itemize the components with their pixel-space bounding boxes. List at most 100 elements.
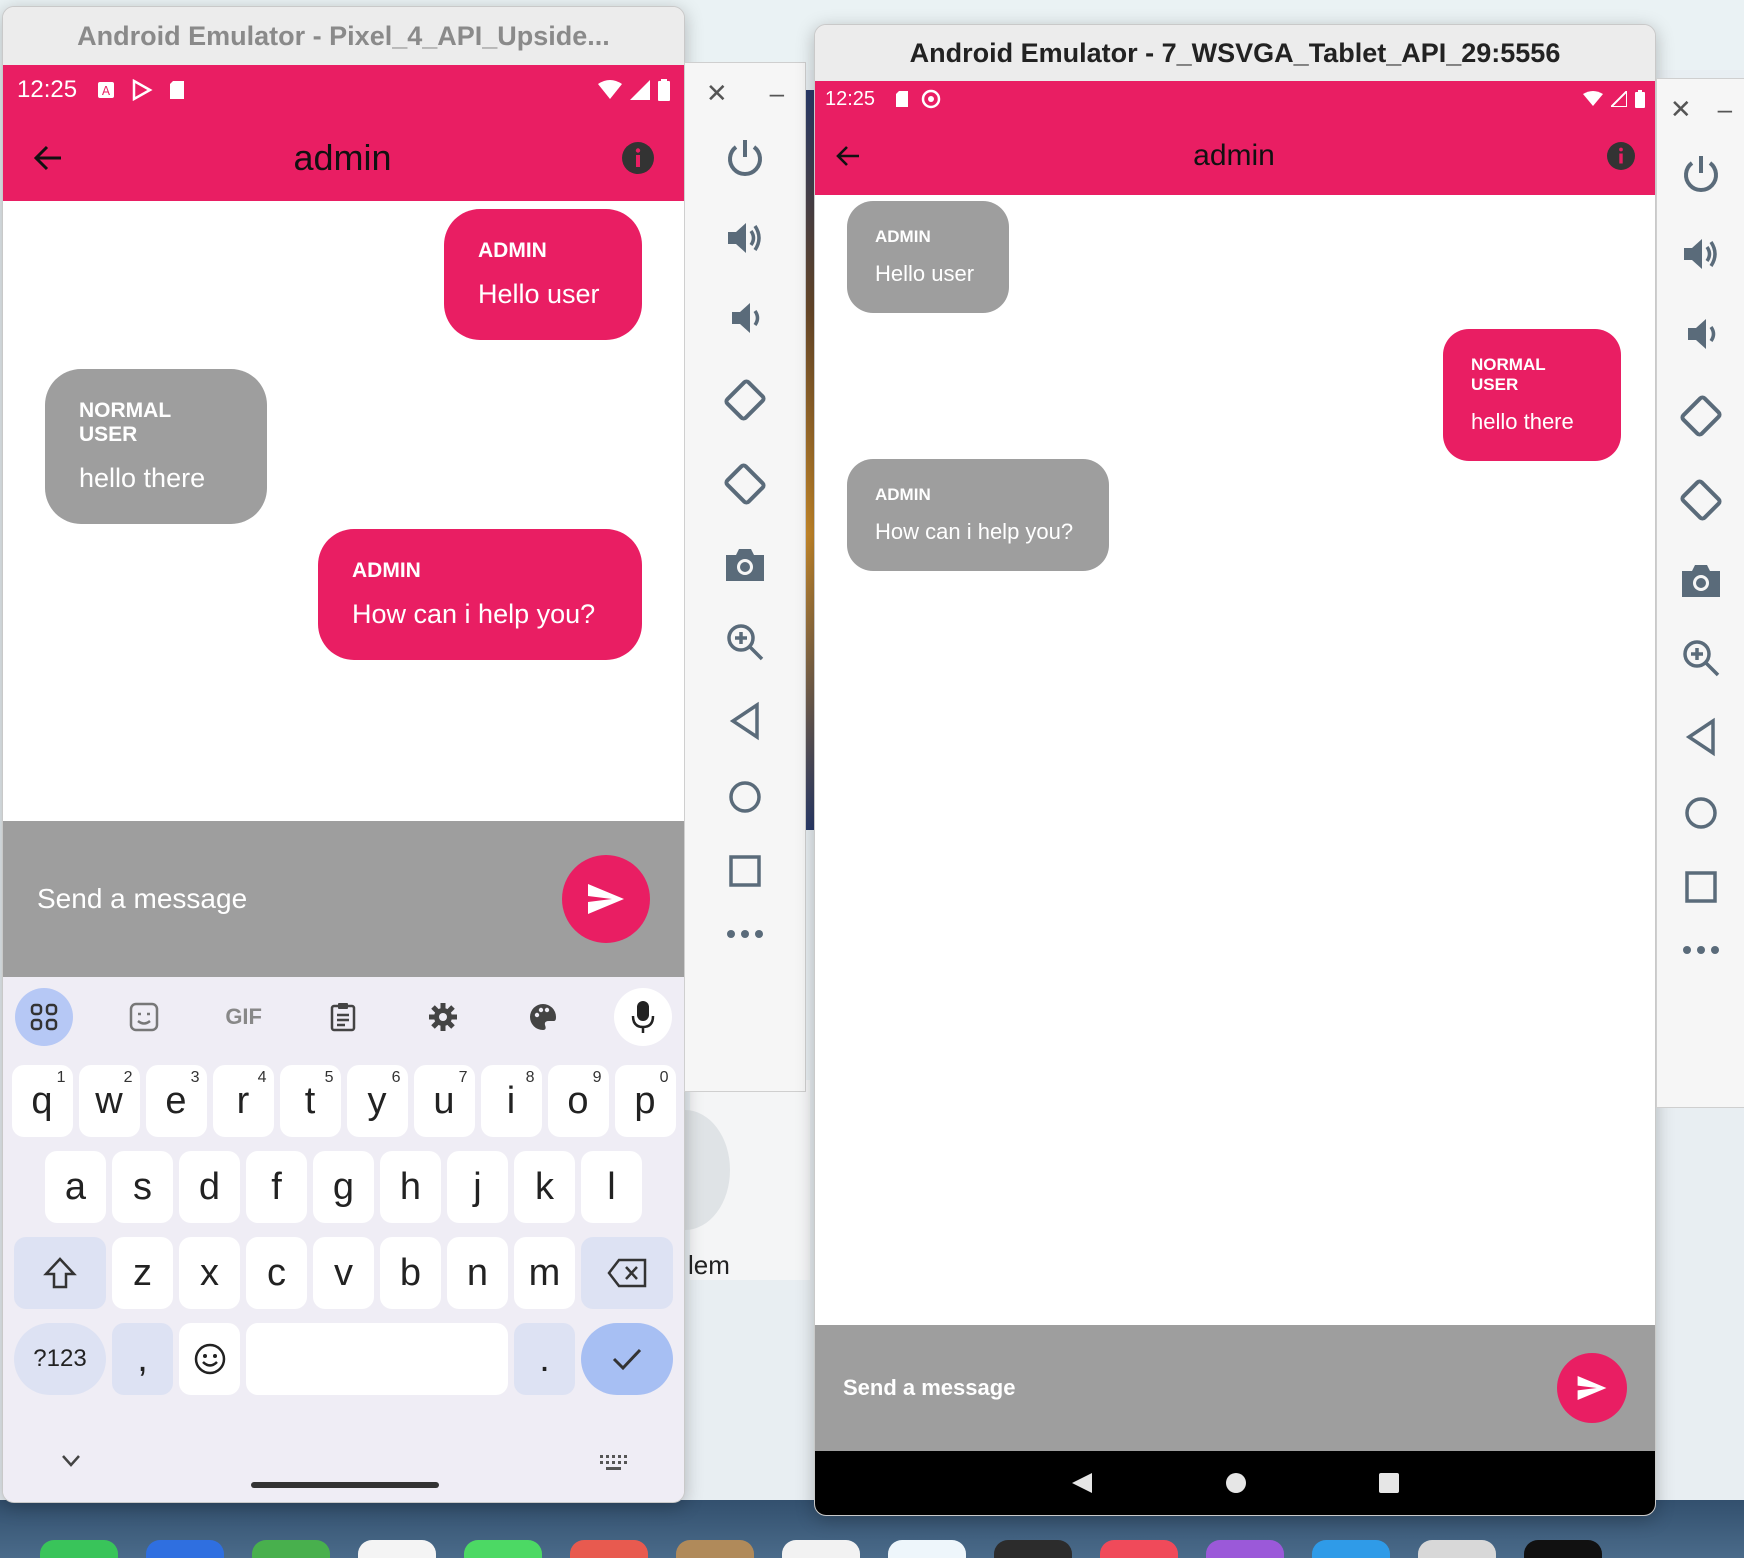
key-g[interactable]: g [313,1151,374,1223]
sd-card-icon [170,81,185,99]
comma-key[interactable]: , [112,1323,173,1395]
settings-gear-icon[interactable] [414,988,472,1046]
emoji-key[interactable] [179,1323,240,1395]
rotate-left-icon[interactable] [722,377,768,423]
home-icon[interactable] [1683,795,1719,831]
back-icon[interactable] [727,701,763,741]
apps-grid-icon[interactable] [15,988,73,1046]
home-icon[interactable] [727,779,763,815]
shift-key[interactable] [14,1237,106,1309]
key-w[interactable]: w2 [78,1065,140,1137]
zoom-icon[interactable] [724,621,766,663]
key-c[interactable]: c [246,1237,307,1309]
signal-icon [630,80,650,100]
more-icon[interactable] [725,927,765,941]
info-icon[interactable] [622,142,654,174]
dock-app-icon[interactable] [1206,1540,1284,1558]
key-i[interactable]: i8 [480,1065,542,1137]
space-key[interactable] [246,1323,508,1395]
dock-app-icon[interactable] [40,1540,118,1558]
key-n[interactable]: n [447,1237,508,1309]
rotate-right-icon[interactable] [722,461,768,507]
dock-app-icon[interactable] [146,1540,224,1558]
message-input[interactable]: Send a message [37,883,562,915]
key-d[interactable]: d [179,1151,240,1223]
key-t[interactable]: t5 [279,1065,341,1137]
message-input[interactable]: Send a message [843,1375,1557,1401]
send-button[interactable] [562,855,650,943]
key-e[interactable]: e3 [145,1065,207,1137]
key-h[interactable]: h [380,1151,441,1223]
back-icon[interactable] [1683,717,1719,757]
nav-back-icon[interactable] [1070,1471,1094,1495]
volume-up-icon[interactable] [1680,233,1722,275]
volume-up-icon[interactable] [724,217,766,259]
back-arrow-icon[interactable] [33,143,63,173]
clipboard-icon[interactable] [314,988,372,1046]
dock-app-icon[interactable] [888,1540,966,1558]
back-arrow-icon[interactable] [835,143,861,169]
backspace-key[interactable] [581,1237,673,1309]
power-icon[interactable] [724,137,766,179]
minimize-icon[interactable]: – [770,78,784,109]
symbols-key[interactable]: ?123 [14,1323,106,1395]
dock-app-icon[interactable] [782,1540,860,1558]
info-icon[interactable] [1607,142,1635,170]
key-x[interactable]: x [179,1237,240,1309]
more-icon[interactable] [1681,943,1721,957]
close-icon[interactable]: ✕ [1670,94,1692,125]
chevron-down-icon[interactable] [61,1454,81,1468]
power-icon[interactable] [1680,153,1722,195]
camera-icon[interactable] [1680,561,1722,599]
keyboard-switch-icon[interactable] [599,1454,627,1472]
nav-overview-icon[interactable] [1378,1472,1400,1494]
key-v[interactable]: v [313,1237,374,1309]
key-p[interactable]: p0 [614,1065,676,1137]
dock-app-icon[interactable] [1524,1540,1602,1558]
dock-app-icon[interactable] [676,1540,754,1558]
key-l[interactable]: l [581,1151,642,1223]
key-z[interactable]: z [112,1237,173,1309]
microphone-icon[interactable] [613,988,672,1046]
key-u[interactable]: u7 [413,1065,475,1137]
dock-app-icon[interactable] [570,1540,648,1558]
volume-down-icon[interactable] [1680,313,1722,355]
gesture-handle[interactable] [251,1482,439,1488]
key-r[interactable]: r4 [212,1065,274,1137]
zoom-icon[interactable] [1680,637,1722,679]
key-o[interactable]: o9 [547,1065,609,1137]
sticker-icon[interactable] [115,988,173,1046]
message-sender: ADMIN [352,559,421,582]
key-m[interactable]: m [514,1237,575,1309]
enter-key[interactable] [581,1323,673,1395]
dock-app-icon[interactable] [358,1540,436,1558]
camera-icon[interactable] [724,545,766,583]
dock-app-icon[interactable] [994,1540,1072,1558]
dock-app-icon[interactable] [1418,1540,1496,1558]
rotate-right-icon[interactable] [1678,477,1724,523]
key-q[interactable]: q1 [11,1065,73,1137]
volume-down-icon[interactable] [724,297,766,339]
key-a[interactable]: a [45,1151,106,1223]
dock-app-icon[interactable] [252,1540,330,1558]
dock-app-icon[interactable] [1312,1540,1390,1558]
palette-icon[interactable] [514,988,572,1046]
key-s[interactable]: s [112,1151,173,1223]
close-icon[interactable]: ✕ [706,78,728,109]
dock [40,1540,1740,1558]
dock-app-icon[interactable] [1100,1540,1178,1558]
send-button[interactable] [1557,1353,1627,1423]
overview-icon[interactable] [1683,869,1719,905]
period-key[interactable]: . [514,1323,575,1395]
key-k[interactable]: k [514,1151,575,1223]
rotate-left-icon[interactable] [1678,393,1724,439]
key-f[interactable]: f [246,1151,307,1223]
key-j[interactable]: j [447,1151,508,1223]
key-y[interactable]: y6 [346,1065,408,1137]
overview-icon[interactable] [727,853,763,889]
gif-button[interactable]: GIF [215,988,273,1046]
minimize-icon[interactable]: – [1718,94,1732,125]
dock-app-icon[interactable] [464,1540,542,1558]
key-b[interactable]: b [380,1237,441,1309]
nav-home-icon[interactable] [1224,1471,1248,1495]
